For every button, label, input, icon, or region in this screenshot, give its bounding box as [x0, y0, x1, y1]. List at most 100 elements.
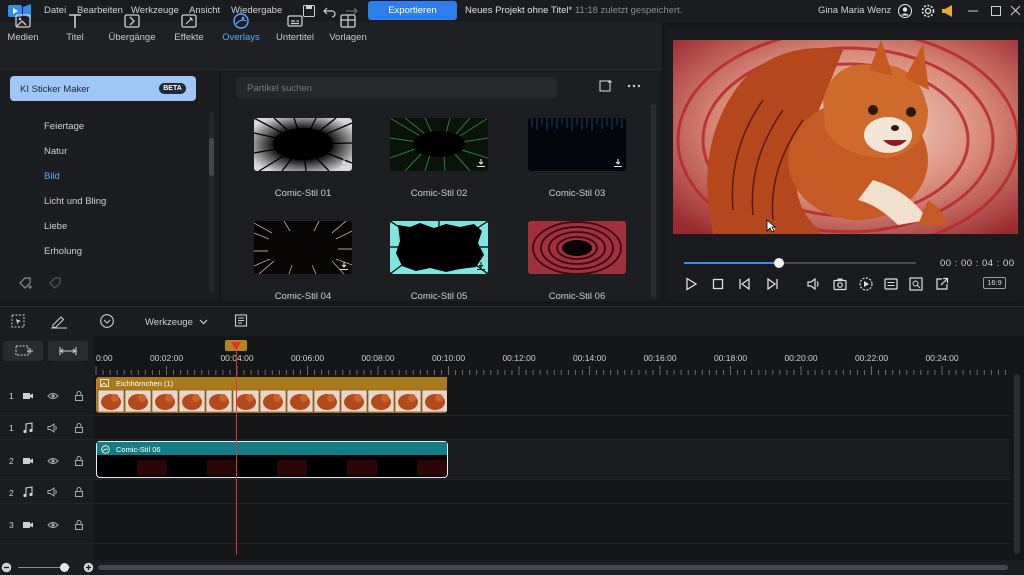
remove-tag-icon[interactable]	[48, 276, 64, 290]
external-preview-icon[interactable]	[934, 276, 950, 292]
snapshot-icon[interactable]	[832, 276, 848, 292]
play-icon[interactable]	[683, 276, 699, 292]
overlay-thumb-comic-03[interactable]	[528, 118, 626, 171]
eye-icon[interactable]	[47, 455, 59, 467]
subtitle-toggle-icon[interactable]	[883, 276, 899, 292]
overlays-icon	[232, 12, 250, 30]
zoom-preview-icon[interactable]	[908, 276, 924, 292]
speaker-icon[interactable]	[47, 486, 59, 498]
video-track-icon	[22, 455, 34, 467]
filmstrip-frame	[205, 389, 233, 413]
lock-icon[interactable]	[73, 390, 85, 402]
category-scrollbar-thumb[interactable]	[209, 138, 214, 176]
filmstrip-frame	[151, 389, 179, 413]
timeline-options-icon[interactable]	[99, 313, 115, 329]
ruler-label: 00:06:00	[290, 353, 325, 363]
eye-icon[interactable]	[47, 390, 59, 402]
select-tool-icon[interactable]	[10, 313, 26, 329]
tab-overlays[interactable]: Overlays	[220, 0, 262, 48]
download-icon[interactable]	[339, 261, 349, 271]
overlay-thumb-comic-01[interactable]	[254, 118, 352, 171]
zoom-out-icon[interactable]	[1, 562, 12, 573]
more-options-icon[interactable]	[627, 83, 641, 89]
transitions-icon	[123, 12, 141, 30]
overlay-thumb-comic-05[interactable]	[390, 221, 488, 274]
track-row-audio-2	[0, 480, 1010, 504]
category-natur[interactable]: Natur	[44, 146, 67, 157]
tab-medien[interactable]: Medien	[4, 0, 42, 48]
download-icon[interactable]	[613, 158, 623, 168]
subtitle-track-icon[interactable]	[233, 313, 249, 329]
download-icon[interactable]	[339, 158, 349, 168]
speaker-icon[interactable]	[47, 422, 59, 434]
add-track-button[interactable]	[3, 341, 43, 361]
eye-icon[interactable]	[47, 519, 59, 531]
overlay-thumb-comic-02[interactable]	[390, 118, 488, 171]
library-scrollbar[interactable]	[651, 104, 656, 298]
lock-icon[interactable]	[73, 455, 85, 467]
maximize-icon[interactable]	[988, 3, 1004, 19]
edit-tool-icon[interactable]	[50, 313, 68, 329]
ruler-label: 00:18:00	[713, 353, 748, 363]
next-frame-icon[interactable]	[764, 276, 780, 292]
category-feiertage[interactable]: Feiertage	[44, 121, 84, 132]
overlay-caption: Comic-Stil 04	[274, 291, 332, 302]
tab-titel[interactable]: Titel	[60, 0, 90, 48]
stop-icon[interactable]	[710, 276, 726, 292]
overlay-caption: Comic-Stil 06	[548, 291, 606, 302]
ruler-label: 00:22:00	[854, 353, 889, 363]
import-icon[interactable]	[598, 79, 614, 93]
category-erholung[interactable]: Erholung	[44, 246, 82, 257]
lock-icon[interactable]	[73, 486, 85, 498]
overlay-thumb-comic-06[interactable]	[528, 221, 626, 274]
tab-untertitel[interactable]: Untertitel	[273, 0, 317, 48]
tab-label: Übergänge	[108, 32, 156, 43]
category-bild[interactable]: Bild	[44, 171, 60, 182]
settings-icon[interactable]	[920, 3, 936, 19]
lock-icon[interactable]	[73, 422, 85, 434]
lock-icon[interactable]	[73, 519, 85, 531]
account-icon[interactable]	[897, 3, 913, 19]
fit-timeline-button[interactable]	[48, 341, 88, 361]
zoom-in-icon[interactable]	[83, 562, 94, 573]
category-licht-und-bling[interactable]: Licht und Bling	[44, 196, 106, 207]
track-number: 3	[9, 520, 14, 530]
subtitles-icon	[286, 12, 304, 30]
timeline-vertical-scrollbar[interactable]	[1014, 374, 1020, 554]
overlay-clip-label: Comic-Stil 06	[116, 445, 161, 454]
ruler-label: 00:20:00	[784, 353, 818, 363]
tab-effekte[interactable]: Effekte	[172, 0, 206, 48]
save-status: 11:18 zuletzt gespeichert.	[574, 5, 683, 16]
previous-frame-icon[interactable]	[737, 276, 753, 292]
tab-label: Untertitel	[275, 32, 314, 43]
video-track-icon	[22, 390, 34, 402]
timeline-horizontal-scrollbar[interactable]	[98, 565, 1008, 570]
add-tag-icon[interactable]	[18, 276, 34, 290]
minimize-icon[interactable]	[965, 3, 981, 19]
announcement-icon[interactable]	[940, 3, 956, 19]
overlay-thumb-comic-04[interactable]	[254, 221, 352, 274]
filmstrip-frame	[286, 389, 314, 413]
zoom-slider-handle[interactable]	[60, 563, 69, 572]
category-liebe[interactable]: Liebe	[44, 221, 67, 232]
aspect-ratio-button[interactable]: 16:9	[983, 277, 1006, 289]
user-name[interactable]: Gina Maria Wenz	[818, 5, 891, 16]
playhead[interactable]	[236, 350, 237, 555]
export-button[interactable]: Exportieren	[368, 1, 457, 20]
download-icon[interactable]	[476, 261, 486, 271]
playback-speed-icon[interactable]	[858, 276, 874, 292]
tab-vorlagen[interactable]: Vorlagen	[327, 0, 369, 48]
ruler-label: 00:14:00	[572, 353, 607, 363]
overlay-caption: Comic-Stil 01	[274, 188, 332, 199]
playback-progress-fill	[684, 262, 780, 264]
close-icon[interactable]	[1008, 3, 1024, 19]
track-row-audio-1	[0, 416, 1010, 440]
ruler-label: 0:00	[96, 353, 113, 363]
video-preview[interactable]	[673, 40, 1018, 234]
tools-dropdown[interactable]: Werkzeuge	[145, 317, 208, 328]
download-icon[interactable]	[476, 158, 486, 168]
track-number: 1	[9, 423, 14, 433]
volume-icon[interactable]	[806, 276, 822, 292]
video-clip-label: Eichhörnchen (1)	[116, 379, 174, 388]
tab-uebergaenge[interactable]: Übergänge	[106, 0, 158, 48]
